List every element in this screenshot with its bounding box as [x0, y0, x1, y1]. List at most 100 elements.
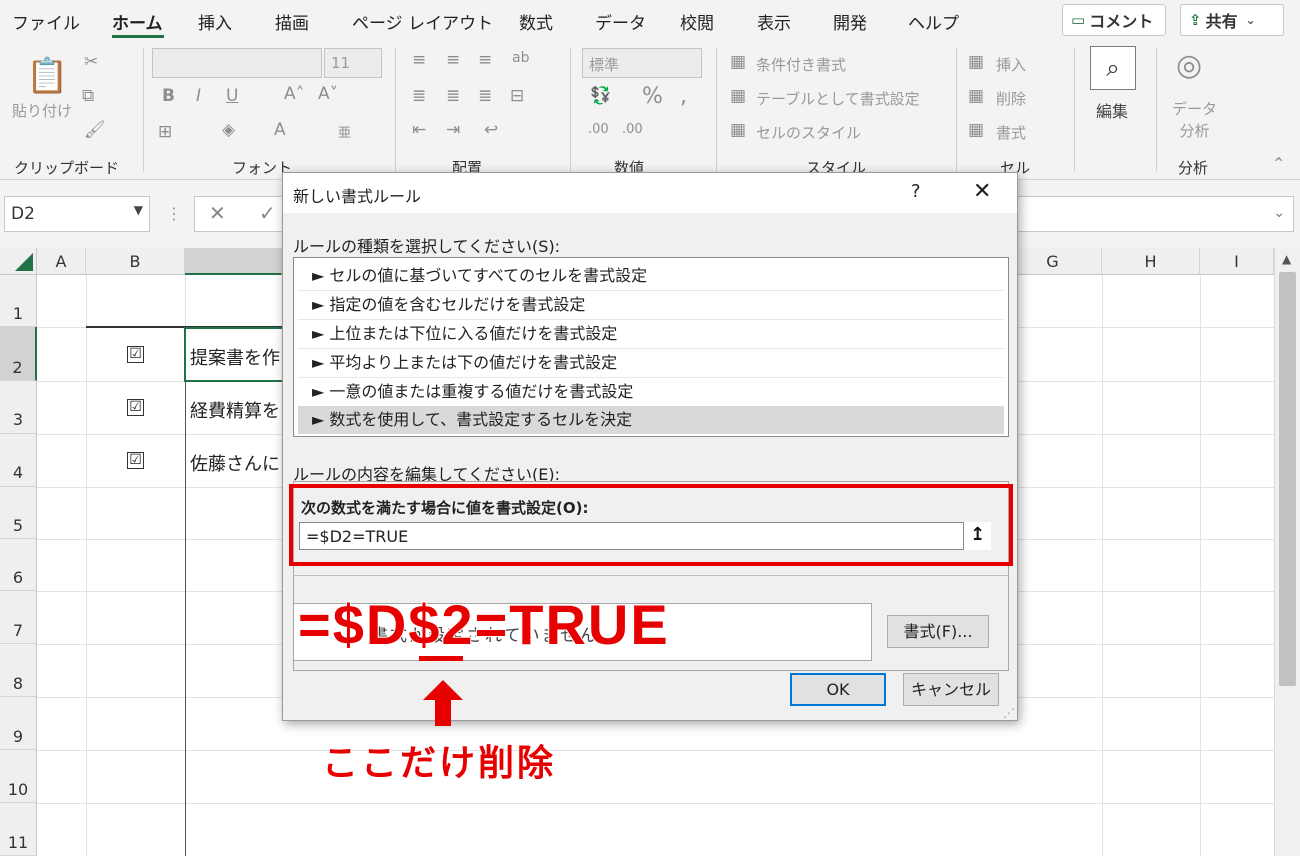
tab-formulas[interactable]: 数式: [519, 9, 553, 34]
bold-icon[interactable]: B: [162, 86, 175, 106]
check-icon[interactable]: ✓: [259, 201, 276, 225]
list-item[interactable]: ► 一意の値または重複する値だけを書式設定: [298, 378, 1004, 406]
row-header-3[interactable]: 3: [0, 381, 37, 434]
tab-page-layout[interactable]: ページ レイアウト: [352, 9, 493, 34]
row-header-9[interactable]: 9: [0, 697, 37, 750]
select-all-corner[interactable]: [0, 248, 37, 275]
column-header-a[interactable]: A: [37, 248, 86, 275]
list-item[interactable]: ► 上位または下位に入る値だけを書式設定: [298, 320, 1004, 348]
tab-data[interactable]: データ: [595, 9, 646, 34]
decrease-decimal-icon[interactable]: .00: [622, 122, 643, 137]
orientation-icon[interactable]: ab: [512, 50, 529, 66]
collapse-ribbon-icon[interactable]: ⌃: [1272, 154, 1285, 173]
chevron-down-icon[interactable]: ⌄: [1273, 205, 1285, 221]
column-header-c[interactable]: [185, 248, 282, 275]
align-top-icon[interactable]: ≡: [412, 50, 426, 70]
list-item[interactable]: ► セルの値に基づいてすべてのセルを書式設定: [298, 262, 1004, 290]
resize-grip-icon[interactable]: ⋰: [1003, 706, 1015, 720]
align-bottom-icon[interactable]: ≡: [478, 50, 492, 70]
vertical-scrollbar[interactable]: ▲: [1274, 248, 1300, 856]
delete-cells-button[interactable]: 削除: [996, 88, 1026, 109]
share-button[interactable]: ⇪ 共有 ⌄: [1180, 4, 1284, 36]
row-header-7[interactable]: 7: [0, 591, 37, 644]
task-checkbox[interactable]: ☑: [127, 346, 144, 363]
help-icon[interactable]: ?: [911, 181, 921, 202]
increase-indent-icon[interactable]: ⇥: [446, 120, 460, 140]
tab-help[interactable]: ヘルプ: [908, 9, 959, 34]
copy-icon[interactable]: ⧉: [82, 86, 94, 106]
align-center-icon[interactable]: ≣: [446, 86, 460, 106]
tab-view[interactable]: 表示: [757, 9, 791, 34]
currency-icon[interactable]: 💱: [590, 86, 611, 106]
column-header-h[interactable]: H: [1102, 248, 1200, 275]
dialog-titlebar[interactable]: 新しい書式ルール ? ✕: [283, 173, 1017, 213]
number-format-select[interactable]: 標準: [582, 48, 702, 78]
decrease-indent-icon[interactable]: ⇤: [412, 120, 426, 140]
chevron-down-icon[interactable]: ▼: [134, 203, 143, 217]
tab-file[interactable]: ファイル: [12, 9, 80, 34]
edit-button[interactable]: 編集: [1096, 98, 1128, 122]
row-header-2[interactable]: 2: [0, 327, 37, 381]
task-cell[interactable]: 提案書を作: [190, 344, 280, 370]
tab-developer[interactable]: 開発: [833, 9, 867, 34]
task-checkbox[interactable]: ☑: [127, 399, 144, 416]
align-middle-icon[interactable]: ≡: [446, 50, 460, 70]
list-item[interactable]: ► 平均より上または下の値だけを書式設定: [298, 349, 1004, 377]
task-cell[interactable]: 経費精算を: [190, 397, 280, 423]
format-painter-icon[interactable]: 🖌: [84, 120, 106, 140]
insert-cells-button[interactable]: 挿入: [996, 54, 1026, 75]
column-header-g[interactable]: G: [1004, 248, 1102, 275]
increase-decimal-icon[interactable]: .00: [588, 122, 609, 137]
paste-label[interactable]: 貼り付け: [12, 100, 72, 121]
cancel-icon[interactable]: ✕: [209, 201, 226, 225]
conditional-format-button[interactable]: 条件付き書式: [756, 54, 846, 75]
font-name-select[interactable]: [152, 48, 322, 78]
format-cells-button[interactable]: 書式: [996, 122, 1026, 143]
data-analysis-icon[interactable]: ◎: [1176, 48, 1202, 83]
tab-home[interactable]: ホーム: [112, 9, 163, 34]
format-as-table-button[interactable]: テーブルとして書式設定: [756, 88, 920, 109]
font-color-icon[interactable]: A: [274, 120, 286, 140]
merge-icon[interactable]: ⊟: [510, 86, 524, 106]
align-left-icon[interactable]: ≣: [412, 86, 426, 106]
tab-draw[interactable]: 描画: [275, 9, 309, 34]
format-button[interactable]: 書式(F)...: [887, 615, 989, 648]
task-cell[interactable]: 佐藤さんに: [190, 450, 280, 476]
align-right-icon[interactable]: ≣: [478, 86, 492, 106]
list-item-selected[interactable]: ► 数式を使用して、書式設定するセルを決定: [298, 406, 1004, 434]
row-header-6[interactable]: 6: [0, 539, 37, 591]
search-icon[interactable]: ⌕: [1090, 46, 1136, 90]
column-header-b[interactable]: B: [86, 248, 185, 275]
wrap-text-icon[interactable]: ↩: [484, 120, 498, 140]
comment-button[interactable]: ▭ コメント: [1062, 4, 1166, 36]
scroll-up-icon[interactable]: ▲: [1282, 252, 1291, 266]
row-header-4[interactable]: 4: [0, 434, 37, 487]
row-header-11[interactable]: 11: [0, 803, 37, 856]
row-header-1[interactable]: 1: [0, 275, 37, 327]
paste-icon[interactable]: 📋: [26, 56, 68, 96]
grow-font-icon[interactable]: A˄: [284, 84, 304, 104]
cancel-button[interactable]: キャンセル: [903, 673, 999, 706]
tab-insert[interactable]: 挿入: [198, 9, 232, 34]
percent-icon[interactable]: %: [642, 84, 663, 109]
ok-button[interactable]: OK: [790, 673, 886, 706]
phonetic-icon[interactable]: 亜: [338, 122, 351, 141]
data-analysis-button[interactable]: データ 分析: [1172, 98, 1217, 142]
tab-review[interactable]: 校閲: [680, 9, 714, 34]
fill-color-icon[interactable]: ◈: [222, 120, 235, 140]
scrollbar-thumb[interactable]: [1279, 272, 1296, 686]
column-header-i[interactable]: I: [1200, 248, 1274, 275]
font-size-select[interactable]: 11: [324, 48, 382, 78]
row-header-10[interactable]: 10: [0, 750, 37, 803]
cut-icon[interactable]: ✂: [84, 52, 98, 72]
list-item[interactable]: ► 指定の値を含むセルだけを書式設定: [298, 291, 1004, 319]
row-header-8[interactable]: 8: [0, 644, 37, 697]
task-checkbox[interactable]: ☑: [127, 452, 144, 469]
rule-type-list[interactable]: ► セルの値に基づいてすべてのセルを書式設定 ► 指定の値を含むセルだけを書式設…: [293, 257, 1009, 437]
comma-icon[interactable]: ,: [680, 84, 687, 109]
border-icon[interactable]: ⊞: [158, 122, 172, 142]
italic-icon[interactable]: I: [196, 86, 201, 106]
close-icon[interactable]: ✕: [973, 179, 991, 204]
cell-styles-button[interactable]: セルのスタイル: [756, 122, 861, 143]
name-box[interactable]: D2 ▼: [4, 196, 150, 232]
